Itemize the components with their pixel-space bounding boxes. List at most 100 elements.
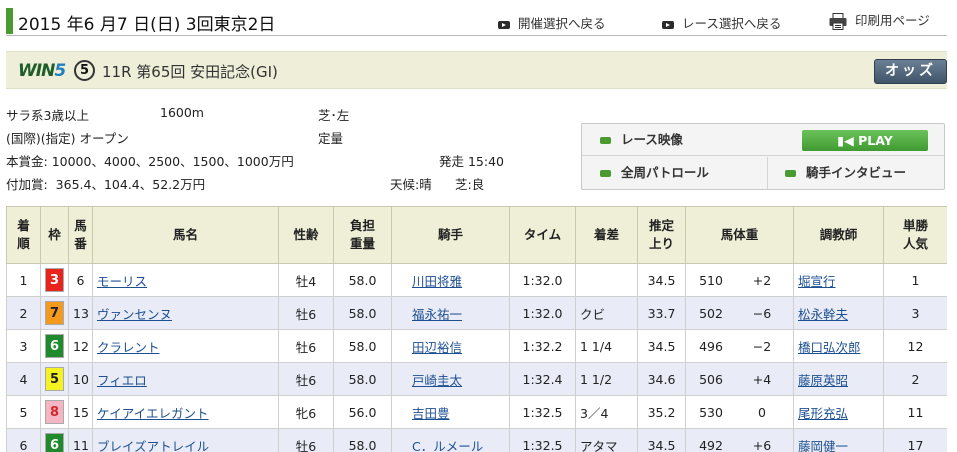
finish-time: 1:32.2	[509, 329, 576, 363]
body-weight-diff: −6	[752, 305, 772, 321]
table-header: 着順枠馬番馬名 性齢 負担 重量 騎手 タイム 着差 推定 上り 馬体重 調教師 単勝 人気	[6, 206, 947, 264]
body-weight: 502 −6	[685, 296, 794, 330]
jockey: 戸崎圭太	[391, 362, 510, 396]
trainer-link[interactable]: 尾形充弘	[798, 406, 848, 421]
trainer-link[interactable]: 藤岡健一	[798, 439, 848, 452]
jockey-link[interactable]: 吉田豊	[412, 406, 450, 421]
jockey-link[interactable]: 田辺裕信	[412, 340, 462, 355]
column-header: 着順	[6, 206, 41, 264]
carried-weight: 58.0	[333, 296, 392, 330]
arrow-icon	[662, 20, 674, 29]
body-weight-diff: +2	[752, 272, 772, 288]
arrow-icon	[498, 20, 510, 29]
finish-position: 4	[6, 362, 41, 396]
video-icon	[785, 170, 796, 177]
sex-age: 牡4	[278, 263, 334, 297]
carried-weight: 58.0	[333, 263, 392, 297]
weight-rule: 定量	[318, 131, 344, 146]
popularity: 2	[883, 362, 947, 396]
table-row: 1 3 6 モーリス 牡4 58.0 川田将雅 1:32.0 34.5 510 +2 堀宣行 1	[6, 263, 947, 297]
sex-age: 牡6	[278, 362, 334, 396]
body-weight-diff: +6	[752, 437, 772, 452]
waku-badge: 6	[45, 334, 64, 358]
weather: 天候:晴	[390, 177, 432, 192]
body-weight-value: 496	[699, 338, 723, 354]
column-header: 馬番	[68, 206, 93, 264]
waku-cell: 8	[40, 395, 69, 429]
horse-number: 15	[68, 395, 93, 429]
race-title: 11R 第65回 安田記念(GI)	[102, 63, 278, 81]
race-surface: 芝･左	[318, 108, 350, 123]
play-button[interactable]: ▮◀ PLAY	[802, 130, 928, 151]
jockey-link[interactable]: 戸崎圭太	[412, 373, 462, 388]
horse-name-link[interactable]: フィエロ	[97, 373, 147, 388]
sex-age: 牡6	[278, 296, 334, 330]
trainer: 尾形充弘	[793, 395, 884, 429]
carried-weight: 56.0	[333, 395, 392, 429]
popularity: 11	[883, 395, 947, 429]
back-to-meeting-link[interactable]: 開催選択へ戻る	[498, 13, 606, 32]
sex-age: 牡6	[278, 428, 334, 452]
finish-position: 2	[6, 296, 41, 330]
trainer-link[interactable]: 橋口弘次郎	[798, 340, 861, 355]
print-page-link[interactable]: 印刷用ページ	[829, 10, 930, 30]
body-weight-diff: +4	[752, 371, 772, 387]
table-row: 5 8 15 ケイアイエレガント 牝6 56.0 吉田豊 1:32.5 3／4 35.2 530 0 尾…	[6, 395, 947, 429]
carried-weight: 58.0	[333, 329, 392, 363]
finish-time: 1:32.5	[509, 395, 576, 429]
waku-cell: 5	[40, 362, 69, 396]
horse-name-link[interactable]: ヴァンセンヌ	[97, 307, 172, 322]
trainer-link[interactable]: 藤原英昭	[798, 373, 848, 388]
sex-age: 牝6	[278, 395, 334, 429]
accent-bar	[6, 8, 13, 34]
back-to-race-link[interactable]: レース選択へ戻る	[662, 13, 781, 32]
horse-name-link[interactable]: ケイアイエレガント	[97, 406, 209, 421]
body-weight: 496 −2	[685, 329, 794, 363]
body-weight-value: 492	[699, 437, 723, 452]
horse-name-link[interactable]: ブレイズアトレイル	[97, 439, 209, 452]
body-weight: 510 +2	[685, 263, 794, 297]
horse-name-link[interactable]: モーリス	[97, 274, 147, 289]
body-weight: 530 0	[685, 395, 794, 429]
last-3f: 34.5	[637, 329, 686, 363]
body-weight-value: 502	[699, 305, 723, 321]
last-3f: 33.7	[637, 296, 686, 330]
race-date: 2015 年6 月7 日(日) 3回東京2日	[18, 15, 276, 35]
finish-position: 5	[6, 395, 41, 429]
win5-logo: WIN5	[18, 61, 66, 81]
body-weight-value: 530	[699, 404, 723, 420]
trainer-link[interactable]: 松永幹夫	[798, 307, 848, 322]
jockey-link[interactable]: 福永祐一	[412, 307, 462, 322]
jockey: 吉田豊	[391, 395, 510, 429]
race-condition: (国際)(指定) オープン	[6, 131, 129, 146]
column-header: 調教師	[793, 206, 884, 264]
last-3f: 34.5	[637, 263, 686, 297]
trainer: 橋口弘次郎	[793, 329, 884, 363]
column-header: 負担 重量	[333, 206, 392, 264]
top-bar: 2015 年6 月7 日(日) 3回東京2日 開催選択へ戻る レース選択へ戻る …	[6, 6, 947, 36]
column-header: 騎手	[391, 206, 510, 264]
waku-cell: 7	[40, 296, 69, 330]
table-row: 6 6 11 ブレイズアトレイル 牡6 58.0 C．ルメール 1:32.5 アタマ 34.5 49…	[6, 428, 947, 452]
body-weight-diff: −2	[752, 338, 772, 354]
start-time: 発走 15:40	[439, 154, 504, 169]
trainer-link[interactable]: 堀宣行	[798, 274, 836, 289]
odds-button[interactable]: オッズ	[874, 59, 947, 84]
waku-badge: 3	[45, 268, 64, 292]
waku-badge: 6	[45, 433, 64, 452]
jockey: 福永祐一	[391, 296, 510, 330]
jockey-interview-link[interactable]: 騎手インタビュー	[785, 157, 906, 189]
jockey-link[interactable]: 川田将雅	[412, 274, 462, 289]
jockey-link[interactable]: C．ルメール	[412, 439, 483, 452]
race-distance: 1600m	[160, 105, 204, 120]
column-header: 単勝 人気	[883, 206, 947, 264]
prize-money: 本賞金: 10000、4000、2500、1500、1000万円	[6, 154, 294, 169]
race-video-link[interactable]: レース映像	[600, 124, 683, 156]
horse-name-link[interactable]: クラレント	[97, 340, 160, 355]
waku-cell: 6	[40, 428, 69, 452]
margin: 3／4	[575, 395, 638, 429]
last-3f: 35.2	[637, 395, 686, 429]
margin: 1 1/4	[575, 329, 638, 363]
finish-time: 1:32.4	[509, 362, 576, 396]
patrol-video-link[interactable]: 全周パトロール	[600, 157, 709, 189]
